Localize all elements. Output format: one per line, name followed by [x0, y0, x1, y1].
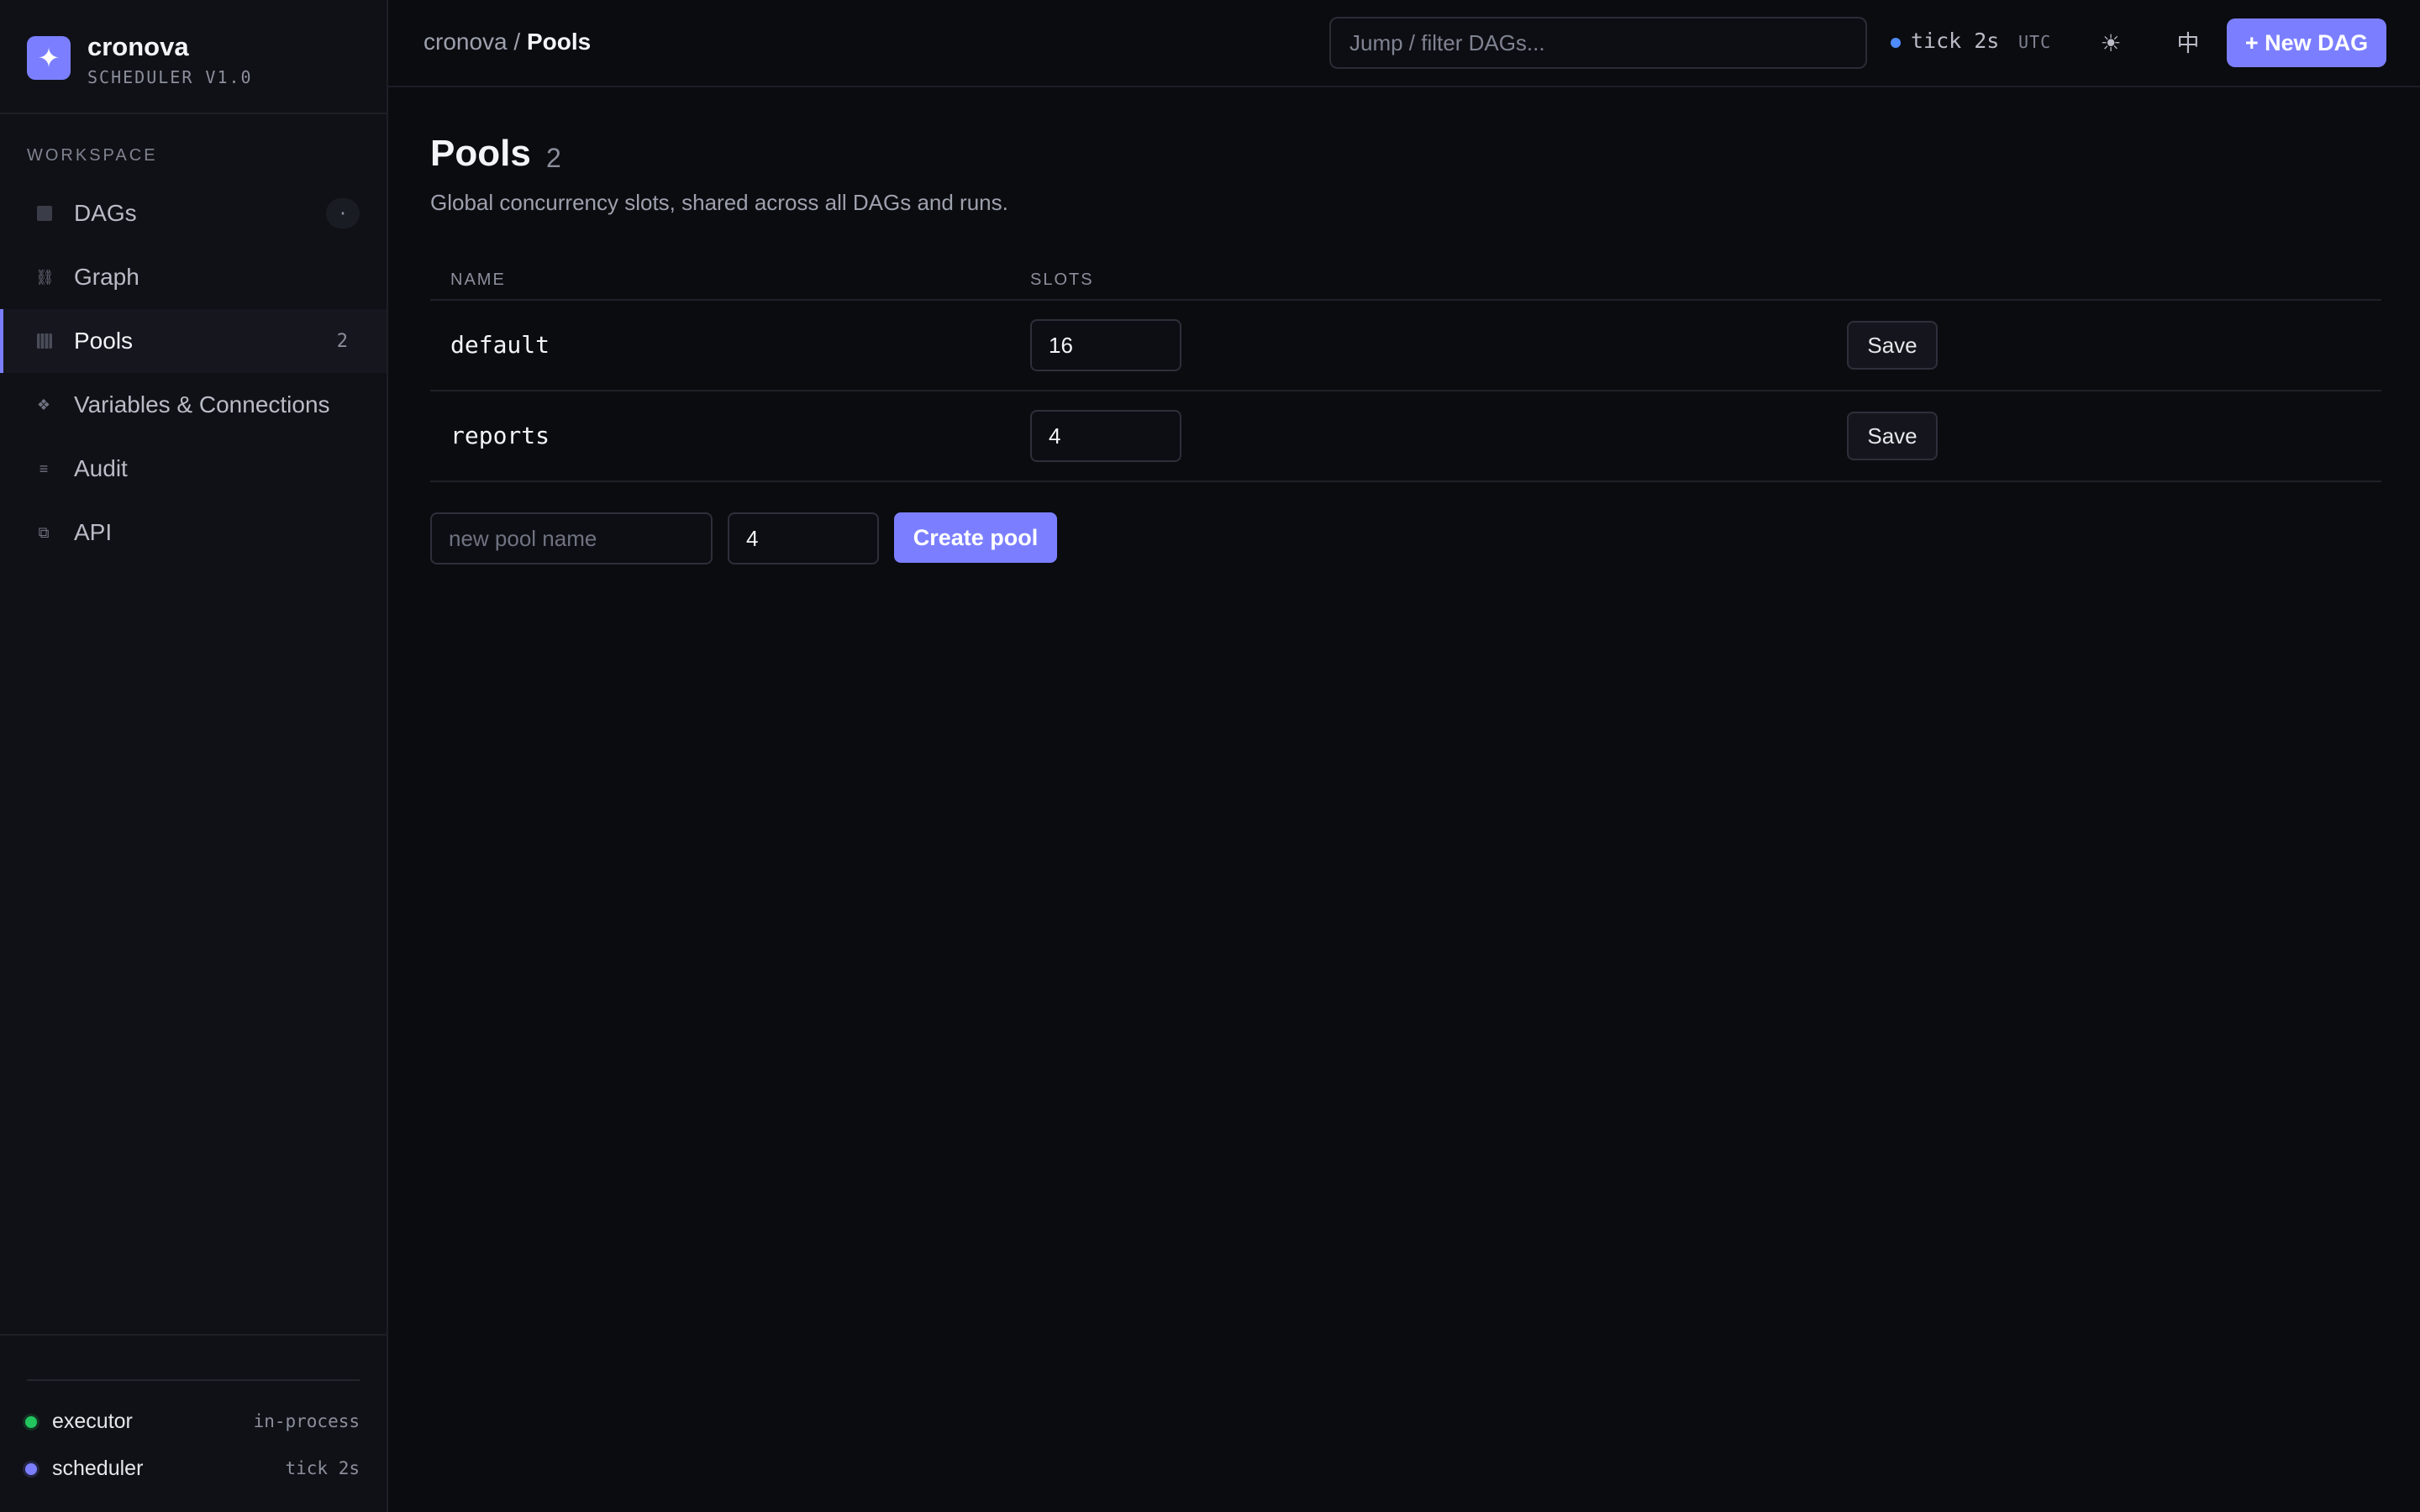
tick-status: tick 2s — [1911, 29, 2000, 53]
column-header-name: NAME — [450, 270, 506, 289]
slots-input[interactable] — [1030, 319, 1181, 371]
new-pool-name-input[interactable] — [430, 512, 713, 564]
brand-name: cronova — [87, 32, 189, 61]
slots-input[interactable] — [1030, 410, 1181, 462]
brand: ✦ cronova SCHEDULER V1.0 — [0, 0, 387, 114]
diamond-icon: ❖ — [36, 396, 51, 413]
sidebar-nav: DAGs · ⛓ Graph Pools 2 ❖ Variables & Con… — [0, 181, 387, 564]
sidebar-item-label: Variables & Connections — [74, 391, 330, 417]
page-title: Pools — [430, 133, 531, 174]
breadcrumb-separator: / — [507, 29, 527, 55]
divider — [27, 1379, 360, 1381]
list-icon: ≡ — [39, 460, 49, 477]
sidebar-item-label: Pools — [74, 328, 134, 354]
search-input[interactable] — [1329, 17, 1867, 69]
status-name: scheduler — [52, 1457, 144, 1480]
language-toggle[interactable]: 中 — [2166, 22, 2210, 66]
sidebar-item-label: Graph — [74, 264, 139, 290]
new-dag-button[interactable]: + New DAG — [2227, 18, 2386, 67]
status-scheduler: scheduler tick 2s — [24, 1452, 360, 1485]
new-pool-slots-input[interactable] — [728, 512, 879, 564]
sidebar-item-label: Audit — [74, 455, 128, 481]
square-icon — [37, 206, 52, 221]
pools-table: NAME SLOTS default Save reports Save — [430, 254, 2381, 482]
status-dot-icon — [25, 1416, 37, 1428]
sidebar: ✦ cronova SCHEDULER V1.0 WORKSPACE DAGs … — [0, 0, 388, 1512]
sidebar-item-graph[interactable]: ⛓ Graph — [0, 245, 387, 309]
sidebar-footer: executor in-process scheduler tick 2s — [0, 1334, 387, 1512]
sidebar-item-badge: · — [326, 198, 360, 228]
save-button[interactable]: Save — [1847, 321, 1938, 370]
sidebar-item-count: 2 — [336, 331, 348, 352]
sidebar-item-dags[interactable]: DAGs · — [0, 181, 387, 245]
timezone-label: UTC — [2018, 32, 2052, 52]
section-label-workspace: WORKSPACE — [27, 146, 158, 165]
page-count: 2 — [546, 143, 561, 173]
pool-name: reports — [450, 422, 550, 449]
brand-subtitle: SCHEDULER V1.0 — [87, 67, 253, 87]
sidebar-item-pools[interactable]: Pools 2 — [0, 309, 387, 373]
status-executor: executor in-process — [24, 1404, 360, 1438]
table-row: default Save — [430, 301, 2381, 391]
save-button[interactable]: Save — [1847, 412, 1938, 460]
grid-icon — [37, 333, 52, 349]
sidebar-item-audit[interactable]: ≡ Audit — [0, 437, 387, 501]
link-icon: ⛓ — [35, 269, 55, 286]
breadcrumb-root[interactable]: cronova — [424, 29, 508, 55]
sidebar-item-label: API — [74, 519, 113, 545]
breadcrumb-current: Pools — [526, 29, 592, 55]
table-row: reports Save — [430, 391, 2381, 482]
sidebar-item-label: DAGs — [74, 200, 137, 226]
pool-name: default — [450, 331, 550, 359]
status-value: in-process — [253, 1411, 360, 1431]
sidebar-item-variables-connections[interactable]: ❖ Variables & Connections — [0, 373, 387, 437]
sidebar-item-api[interactable]: ⧉ API — [0, 501, 387, 564]
sun-icon[interactable]: ☀ — [2089, 22, 2133, 66]
status-name: executor — [52, 1410, 133, 1433]
table-header: NAME SLOTS — [430, 254, 2381, 301]
app-root: ✦ cronova SCHEDULER V1.0 WORKSPACE DAGs … — [0, 0, 2420, 1512]
status-dot-icon — [25, 1463, 37, 1475]
sparkle-icon[interactable]: ✦ — [27, 36, 71, 80]
breadcrumb: cronova / Pools — [424, 29, 591, 55]
page-description: Global concurrency slots, shared across … — [430, 190, 1008, 215]
topbar: cronova / Pools tick 2s UTC ☀ 中 + New DA… — [388, 0, 2420, 87]
tick-dot-icon — [1891, 38, 1901, 48]
column-header-slots: SLOTS — [1030, 270, 1094, 289]
create-pool-button[interactable]: Create pool — [894, 512, 1057, 563]
main-content: Pools 2 Global concurrency slots, shared… — [388, 89, 2420, 1512]
copy-icon: ⧉ — [38, 524, 50, 541]
status-value: tick 2s — [285, 1458, 360, 1478]
